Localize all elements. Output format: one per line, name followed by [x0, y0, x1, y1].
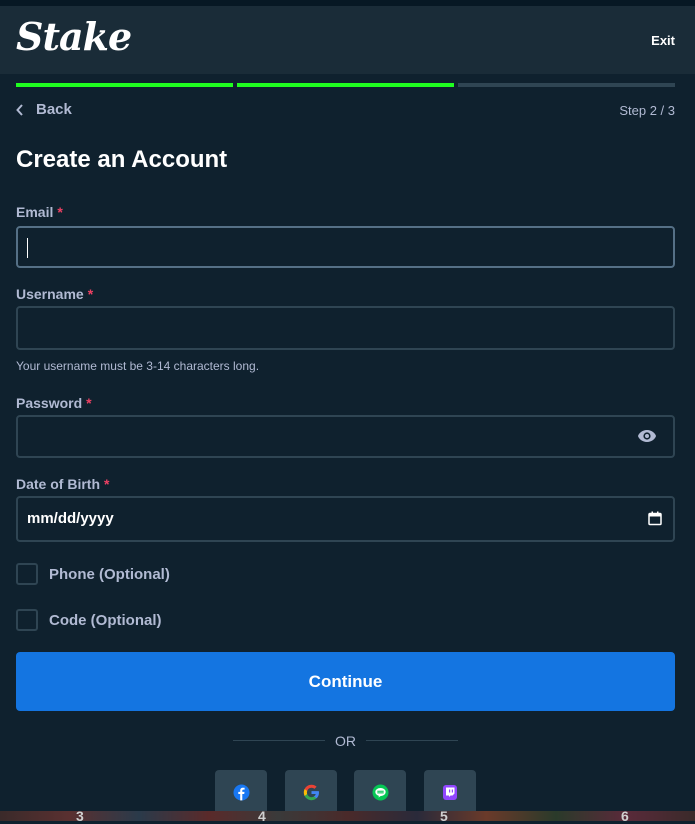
phone-checkbox-label[interactable]: Phone (Optional) — [49, 566, 170, 583]
username-field[interactable] — [16, 306, 675, 350]
required-marker: * — [104, 476, 110, 492]
twitch-icon — [443, 784, 457, 800]
required-marker: * — [86, 395, 92, 411]
divider-left — [233, 740, 325, 741]
back-button[interactable]: Back — [16, 101, 72, 118]
strip-number: 4 — [258, 808, 266, 824]
progress-step-3 — [458, 83, 675, 87]
progress-step-2 — [237, 83, 454, 87]
code-checkbox-label[interactable]: Code (Optional) — [49, 612, 162, 629]
calendar-icon[interactable] — [648, 511, 662, 526]
divider-right — [366, 740, 458, 741]
line-icon — [372, 784, 388, 800]
line-login-button[interactable] — [354, 770, 406, 814]
dob-field[interactable]: mm/dd/yyyy — [16, 496, 675, 542]
text-caret — [27, 238, 28, 258]
password-label-text: Password — [16, 395, 83, 411]
dob-label-text: Date of Birth — [16, 476, 100, 492]
eye-icon[interactable] — [637, 429, 657, 443]
code-checkbox[interactable] — [16, 609, 38, 631]
email-field[interactable] — [16, 226, 675, 268]
stake-logo[interactable]: Stake — [16, 14, 132, 59]
progress-step-1 — [16, 83, 233, 87]
or-divider-label: OR — [335, 733, 356, 749]
google-icon — [303, 784, 319, 800]
twitch-login-button[interactable] — [424, 770, 476, 814]
email-label: Email * — [16, 204, 63, 220]
exit-button[interactable]: Exit — [651, 33, 675, 48]
continue-button[interactable]: Continue — [16, 652, 675, 711]
step-indicator: Step 2 / 3 — [619, 103, 675, 118]
strip-number: 3 — [76, 808, 84, 824]
background-strip — [0, 811, 695, 821]
username-hint: Your username must be 3-14 characters lo… — [16, 359, 260, 373]
dob-label: Date of Birth * — [16, 476, 109, 492]
strip-number: 5 — [440, 808, 448, 824]
strip-number: 6 — [621, 808, 629, 824]
google-login-button[interactable] — [285, 770, 337, 814]
dob-placeholder: mm/dd/yyyy — [27, 510, 114, 527]
required-marker: * — [87, 286, 94, 302]
username-label: Username * — [16, 286, 93, 302]
back-label: Back — [36, 101, 72, 118]
password-field[interactable] — [16, 415, 675, 458]
chevron-left-icon — [16, 103, 23, 116]
email-label-text: Email — [16, 204, 54, 220]
header: Stake Exit — [0, 6, 695, 74]
required-marker: * — [57, 204, 63, 220]
phone-checkbox[interactable] — [16, 563, 38, 585]
username-label-text: Username — [16, 286, 84, 302]
password-label: Password * — [16, 395, 92, 411]
facebook-icon — [233, 784, 249, 800]
page-title: Create an Account — [16, 146, 228, 173]
